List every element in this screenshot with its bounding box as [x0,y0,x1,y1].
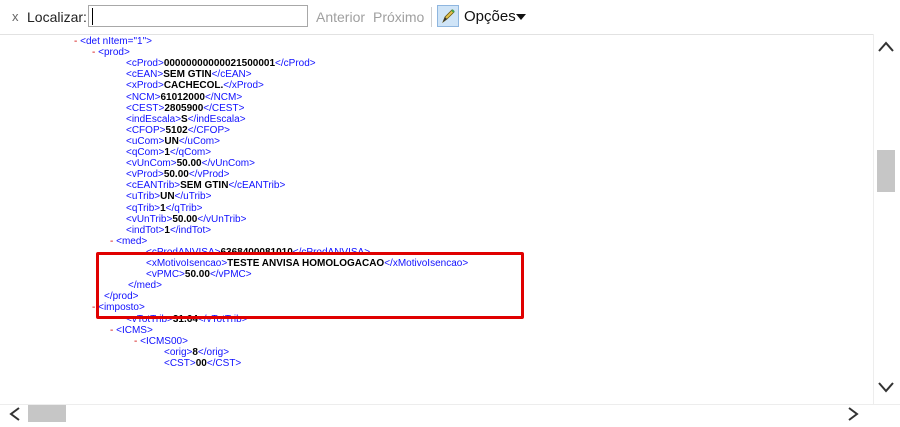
xml-line: <CST>00</CST> [164,358,241,370]
xml-open-tag: <CST> [164,357,196,369]
chevron-down-icon[interactable] [516,14,526,20]
xml-close-tag: </NCM> [204,91,243,103]
xml-open-tag: <xProd> [126,80,164,92]
xml-open-tag: </prod> [104,291,139,303]
xml-open-tag: <cProdANVISA> [146,246,221,258]
xml-open-tag: <xMotivoIsencao> [146,258,228,269]
xml-value: S [181,113,188,125]
xml-open-tag: <med> [116,235,148,247]
xml-open-tag: <vProd> [126,169,164,181]
xml-value: 5102 [165,124,188,136]
pencil-icon[interactable] [437,5,459,27]
xml-close-tag: </qTrib> [165,202,203,214]
xml-open-tag: <CFOP> [126,124,166,136]
xml-close-tag: </indEscala> [187,113,246,125]
xml-value: 50.00 [163,169,189,181]
xml-value: TESTE ANVISA HOMOLOGACAO [227,258,385,269]
xml-value: UN [160,191,175,203]
xml-open-tag: <NCM> [126,91,161,103]
xml-close-tag: </xProd> [223,80,264,92]
vertical-scroll-thumb[interactable] [877,150,895,192]
xml-open-tag: <uCom> [126,135,165,147]
xml-close-tag: </CST> [206,357,242,369]
horizontal-scroll-thumb[interactable] [28,405,66,422]
xml-line: - <med> [110,236,147,248]
xml-open-tag: <vPMC> [146,269,185,281]
xml-open-tag: <qTrib> [126,202,161,214]
chevron-up-icon[interactable] [877,40,895,54]
find-label: Localizar: [27,9,87,25]
xml-value: SEM GTIN [163,69,212,81]
xml-open-tag: <indEscala> [126,113,182,125]
vertical-scrollbar[interactable] [873,34,900,404]
options-button[interactable]: Opções [464,8,516,25]
xml-close-tag: </uTrib> [174,191,212,203]
xml-value: 50.00 [172,213,198,225]
xml-close-tag: </cEANTrib> [228,180,286,192]
xml-value: 6368400081010 [220,246,293,258]
xml-open-tag: <orig> [164,346,193,358]
xml-open-tag: <vTotTrib> [126,313,173,325]
xml-value: 00000000000021500001 [163,58,276,70]
xml-value: 00 [195,357,207,369]
find-input[interactable] [88,5,308,27]
toolbar-separator [431,7,432,27]
chevron-right-icon[interactable] [846,406,860,422]
xml-close-tag: </indTot> [169,224,212,236]
xml-close-tag: </cProdANVISA> [292,246,371,258]
xml-open-tag: <imposto> [98,302,145,314]
xml-close-tag: </vTotTrib> [197,313,248,325]
xml-open-tag: <qCom> [126,147,165,158]
xml-close-tag: </orig> [197,346,230,358]
xml-open-tag: <det nItem="1"> [80,36,152,47]
xml-viewer[interactable]: - <det nItem="1"> - <prod> <cProd>00000000… [0,34,873,404]
chevron-down-icon[interactable] [877,380,895,394]
xml-open-tag: <ICMS> [116,324,153,336]
xml-open-tag: <cEANTrib> [126,180,181,192]
xml-close-tag: </cProd> [275,58,316,70]
xml-open-tag: <prod> [98,47,130,59]
xml-open-tag: <CEST> [126,102,165,114]
xml-open-tag: <indTot> [126,224,165,236]
pencil-icon-graphic [442,9,455,24]
xml-open-tag: <ICMS00> [140,335,188,347]
xml-close-tag: </CFOP> [187,124,230,136]
close-icon[interactable]: x [12,9,19,24]
xml-close-tag: </uCom> [178,135,220,147]
xml-open-tag: <vUnTrib> [126,213,173,225]
xml-open-tag: </med> [128,280,162,292]
chevron-left-icon[interactable] [8,406,22,422]
xml-value: UN [164,135,179,147]
xml-close-tag: </vPMC> [209,269,252,281]
horizontal-scrollbar[interactable] [0,404,900,427]
next-button[interactable]: Próximo [373,9,424,25]
text-cursor [92,8,93,25]
xml-value: 2805900 [164,102,204,114]
xml-close-tag: </vProd> [188,169,230,181]
xml-value: SEM GTIN [180,180,229,192]
xml-close-tag: </CEST> [203,102,245,114]
xml-close-tag: </vUnCom> [201,158,255,170]
xml-close-tag: </xMotivoIsencao> [384,258,469,269]
xml-value: 61012000 [160,91,205,103]
xml-open-tag: <cProd> [126,58,164,70]
xml-value: CACHECOL. [163,80,224,92]
xml-value: 50.00 [184,269,210,281]
xml-open-tag: <cEAN> [126,69,164,81]
find-toolbar: x Localizar: Anterior Próximo Opções [0,0,900,35]
xml-close-tag: </cEAN> [211,69,252,81]
xml-open-tag: <vUnCom> [126,158,177,170]
xml-close-tag: </qCom> [169,147,212,158]
xml-value: 50.00 [176,158,202,170]
xml-close-tag: </vUnTrib> [197,213,247,225]
xml-open-tag: <uTrib> [126,191,161,203]
previous-button[interactable]: Anterior [316,9,365,25]
xml-value: 31.64 [172,313,198,325]
xml-line: - <prod> [92,47,130,59]
